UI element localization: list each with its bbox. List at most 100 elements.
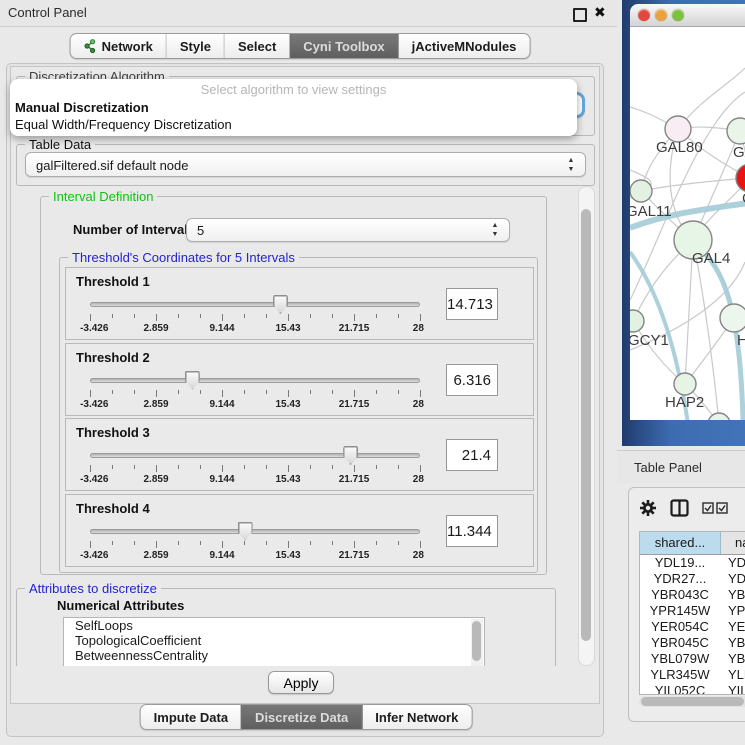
bottom-tab-bar: Impute Data Discretize Data Infer Networ… [140,704,473,730]
network-edge[interactable] [641,178,745,191]
list-item[interactable]: BetweennessCentrality [64,648,484,663]
tab-impute-data[interactable]: Impute Data [141,705,241,729]
threshold-value-field[interactable]: 14.713 [446,288,498,320]
list-item[interactable]: SelfLoops [64,618,484,633]
network-node[interactable] [720,304,745,332]
tab-style[interactable]: Style [166,34,224,58]
table-row[interactable]: YDR27...YDR2 [640,571,745,587]
network-node-label: H [737,332,745,349]
slider-tick [310,541,311,545]
tab-select[interactable]: Select [224,34,289,58]
table-row[interactable]: YLR345WYLR3 [640,667,745,683]
threshold-value-field[interactable]: 21.4 [446,439,498,471]
cell-shared-name: YLR345W [640,667,720,683]
cell-name: YBR0 [720,635,745,651]
threshold-slider[interactable]: -3.4262.8599.14415.4321.71528 [90,523,420,563]
tab-network[interactable]: Network [71,34,166,58]
tab-discretize-data-label: Discretize Data [255,710,348,725]
settings-scrollbar-thumb[interactable] [581,209,591,641]
panel-title: Control Panel [8,5,87,20]
attributes-scrollbar-thumb[interactable] [472,621,481,661]
column-header-name[interactable]: na [721,532,745,554]
slider-tick [310,390,311,394]
threshold-row: Threshold 2-3.4262.8599.14415.4321.71528… [65,343,534,416]
slider-tick [266,390,267,394]
slider-tick [266,314,267,318]
network-node[interactable] [674,373,696,395]
number-of-intervals-spinner[interactable]: 5 ▲▼ [186,218,510,242]
algorithm-option-equal-width[interactable]: Equal Width/Frequency Discretization [15,117,232,132]
network-node[interactable] [727,118,745,144]
attributes-scrollbar[interactable] [471,619,483,666]
gear-icon[interactable] [639,499,657,517]
slider-tick [354,465,355,472]
control-panel-titlebar: Control Panel ✖ [0,0,617,27]
table-row[interactable]: YBL079WYBL0 [640,651,745,667]
threshold-value-field[interactable]: 11.344 [446,515,498,547]
threshold-slider[interactable]: -3.4262.8599.14415.4321.71528 [90,296,420,336]
table-toolbar [639,496,728,520]
tab-cyni-toolbox[interactable]: Cyni Toolbox [289,34,397,58]
slider-tick-label: 28 [413,399,424,410]
slider-handle[interactable] [343,446,358,465]
slider-tick [288,465,289,472]
settings-scrollbar[interactable] [578,186,595,666]
table-row[interactable]: YBR043CYBR0 [640,587,745,603]
slider-track[interactable] [90,453,420,458]
slider-tick [134,465,135,469]
network-node[interactable] [736,164,745,192]
threshold-slider[interactable]: -3.4262.8599.14415.4321.71528 [90,447,420,487]
table-hscrollbar[interactable] [639,696,745,707]
slider-tick-label: 21.715 [339,323,370,334]
node-table[interactable]: shared... na YDL19...YDL1YDR27...YDR2YBR… [639,531,745,695]
combo-stepper-icon[interactable]: ▲▼ [566,156,576,174]
close-traffic-light-icon[interactable] [638,9,650,21]
close-icon[interactable]: ✖ [594,4,606,21]
slider-tick [288,390,289,397]
slider-handle[interactable] [238,522,253,541]
apply-button[interactable]: Apply [268,671,334,694]
threshold-value-field[interactable]: 6.316 [446,364,498,396]
table-row[interactable]: YIL052CYIL0 [640,683,745,695]
tab-discretize-data[interactable]: Discretize Data [241,705,361,729]
network-node[interactable] [630,310,644,332]
network-canvas[interactable]: GAL80GALCGAL11GAL4GCY1HHAP2 [630,27,745,420]
algorithm-option-manual[interactable]: Manual Discretization [15,100,149,115]
table-hscrollbar-thumb[interactable] [641,697,744,706]
slider-handle[interactable] [273,295,288,314]
cell-name: YBL0 [720,651,745,667]
slider-track[interactable] [90,529,420,534]
control-panel-window: Control Panel ✖ Network Style Select Cyn… [0,0,617,745]
slider-tick [112,541,113,545]
column-header-shared-name[interactable]: shared... [640,532,721,554]
columns-icon[interactable] [670,499,689,517]
table-row[interactable]: YBR045CYBR0 [640,635,745,651]
network-node[interactable] [630,180,652,202]
tab-jactivemnodules[interactable]: jActiveMNodules [398,34,530,58]
slider-track[interactable] [90,302,420,307]
slider-tick-label: 28 [413,474,424,485]
table-row[interactable]: YPR145WYPR1 [640,603,745,619]
minimize-traffic-light-icon[interactable] [655,9,667,21]
slider-tick [134,541,135,545]
slider-tick [112,314,113,318]
table-row[interactable]: YDL19...YDL1 [640,555,745,571]
numerical-attributes-list[interactable]: SelfLoopsTopologicalCoefficientBetweenne… [63,617,485,666]
spinner-stepper-icon[interactable]: ▲▼ [490,221,500,239]
slider-track[interactable] [90,378,420,383]
slider-tick-label: 9.144 [209,323,234,334]
slider-tick-label: 2.859 [143,474,168,485]
tab-infer-network[interactable]: Infer Network [361,705,471,729]
slider-tick-label: 28 [413,323,424,334]
slider-handle[interactable] [185,371,200,390]
list-item[interactable]: TopologicalCoefficient [64,633,484,648]
slider-tick [354,541,355,548]
table-data-combobox[interactable]: galFiltered.sif default node ▲▼ [25,152,586,177]
float-window-icon[interactable] [573,8,587,22]
zoom-traffic-light-icon[interactable] [672,9,684,21]
slider-tick-label: -3.426 [80,550,108,561]
checkbox-pair-icon[interactable] [702,502,728,514]
table-row[interactable]: YER054CYER0 [640,619,745,635]
slider-tick [376,541,377,545]
threshold-slider[interactable]: -3.4262.8599.14415.4321.71528 [90,372,420,412]
